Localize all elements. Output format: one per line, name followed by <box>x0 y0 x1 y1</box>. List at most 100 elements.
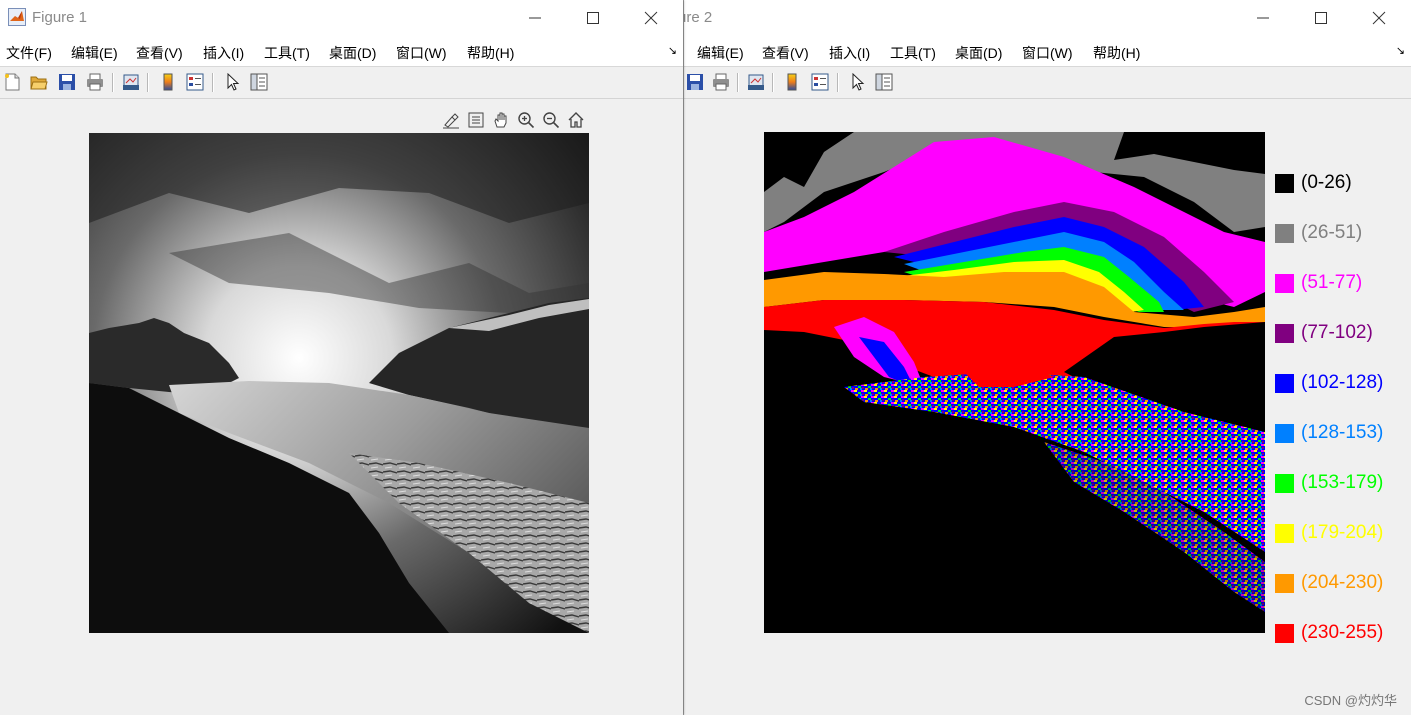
minimize-button[interactable] <box>506 0 564 36</box>
print-icon <box>713 73 729 91</box>
figure-1-titlebar[interactable]: Figure 1 <box>0 0 683 36</box>
maximize-icon <box>587 12 599 24</box>
link-plot-button[interactable] <box>745 71 767 93</box>
legend-label: (128-153) <box>1301 422 1384 443</box>
zoom-out-button[interactable] <box>540 109 562 131</box>
menu-file[interactable]: 文件(F) <box>6 43 52 63</box>
open-folder-icon <box>30 76 48 90</box>
save-icon <box>59 74 75 90</box>
datatip-icon <box>468 112 484 128</box>
menu-tools[interactable]: 工具(T) <box>890 43 936 63</box>
pointer-arrow-icon <box>852 73 865 91</box>
menu-help[interactable]: 帮助(H) <box>467 43 514 63</box>
figure-1-toolbar <box>0 67 683 99</box>
legend-swatch <box>1275 574 1294 593</box>
maximize-button[interactable] <box>1292 0 1350 36</box>
matlab-logo-icon <box>8 8 26 26</box>
link-plot-button[interactable] <box>120 71 142 93</box>
save-icon <box>687 74 703 90</box>
menu-tools[interactable]: 工具(T) <box>264 43 310 63</box>
toolbar-separator <box>737 73 738 92</box>
edit-plot-button[interactable] <box>847 71 869 93</box>
save-figure-button[interactable] <box>56 71 78 93</box>
data-tips-button[interactable] <box>465 109 487 131</box>
menu-insert[interactable]: 插入(I) <box>829 43 870 63</box>
menu-desktop[interactable]: 桌面(D) <box>955 43 1002 63</box>
toolbar-separator <box>772 73 773 92</box>
figure-1-window: Figure 1 文件(F) 编辑(E) 查看(V) 插入(I) 工具(T) 桌… <box>0 0 683 715</box>
minimize-button[interactable] <box>1234 0 1292 36</box>
insert-colorbar-button[interactable] <box>781 71 803 93</box>
colorbar-icon <box>163 73 173 91</box>
legend-label: (179-204) <box>1301 522 1384 543</box>
close-button[interactable] <box>622 0 680 36</box>
figure-2-pseudocolor-image <box>764 132 1265 633</box>
minimize-icon <box>1257 17 1269 19</box>
toolbar-separator <box>147 73 148 92</box>
print-figure-button[interactable] <box>84 71 106 93</box>
figure-2-title: ure 2 <box>684 9 713 26</box>
menu-edit[interactable]: 编辑(E) <box>697 43 744 63</box>
legend-swatch <box>1275 374 1294 393</box>
open-file-button[interactable] <box>28 71 50 93</box>
print-icon <box>87 73 103 91</box>
restore-view-button[interactable] <box>565 109 587 131</box>
toolbar-separator <box>212 73 213 92</box>
colorbar-icon <box>787 73 797 91</box>
legend-label: (153-179) <box>1301 472 1384 493</box>
close-button[interactable] <box>1350 0 1408 36</box>
figure-1-title: Figure 1 <box>32 9 88 26</box>
edit-plot-button[interactable] <box>222 71 244 93</box>
hand-pan-icon <box>494 112 507 128</box>
property-inspector-icon <box>250 73 268 91</box>
menu-desktop[interactable]: 桌面(D) <box>329 43 376 63</box>
legend-label: (77-102) <box>1301 322 1373 343</box>
insert-legend-button[interactable] <box>184 71 206 93</box>
property-inspector-icon <box>875 73 893 91</box>
legend-label: (51-77) <box>1301 272 1363 293</box>
menu-window[interactable]: 窗口(W) <box>1022 43 1073 63</box>
new-figure-button[interactable] <box>1 71 23 93</box>
watermark: CSDN @灼灼华 <box>1304 693 1397 708</box>
menu-view[interactable]: 查看(V) <box>762 43 809 63</box>
figure-1-menubar: 文件(F) 编辑(E) 查看(V) 插入(I) 工具(T) 桌面(D) 窗口(W… <box>0 36 683 67</box>
zoom-out-icon <box>543 112 560 129</box>
legend-icon <box>811 73 829 91</box>
menu-insert[interactable]: 插入(I) <box>203 43 244 63</box>
menu-help[interactable]: 帮助(H) <box>1093 43 1140 63</box>
legend-label: (0-26) <box>1301 172 1352 193</box>
new-file-icon <box>5 73 20 91</box>
legend-swatch <box>1275 274 1294 293</box>
figure-2-titlebar[interactable]: ure 2 <box>684 0 1411 36</box>
print-figure-button[interactable] <box>710 71 732 93</box>
maximize-icon <box>1315 12 1327 24</box>
figure-2-toolbar <box>684 67 1411 99</box>
property-inspector-button[interactable] <box>873 71 895 93</box>
pan-button[interactable] <box>490 109 512 131</box>
brush-icon <box>443 113 459 129</box>
figure-1-grayscale-image <box>89 133 589 633</box>
home-icon <box>568 112 584 128</box>
legend-icon <box>186 73 204 91</box>
save-figure-button[interactable] <box>684 71 706 93</box>
brush-data-button[interactable] <box>440 109 462 131</box>
legend-label: (26-51) <box>1301 222 1363 243</box>
minimize-icon <box>529 17 541 19</box>
menu-edit[interactable]: 编辑(E) <box>71 43 118 63</box>
legend-label: (102-128) <box>1301 372 1384 393</box>
zoom-in-button[interactable] <box>515 109 537 131</box>
legend-swatch <box>1275 424 1294 443</box>
menu-overflow-arrow-icon[interactable]: ↘ <box>1396 44 1405 57</box>
close-icon <box>644 11 658 25</box>
legend-swatch <box>1275 524 1294 543</box>
property-inspector-button[interactable] <box>248 71 270 93</box>
legend-swatch <box>1275 174 1294 193</box>
zoom-in-icon <box>518 112 535 129</box>
menu-overflow-arrow-icon[interactable]: ↘ <box>668 44 677 57</box>
menu-view[interactable]: 查看(V) <box>136 43 183 63</box>
grayscale-glacier-graphic <box>89 133 589 633</box>
menu-window[interactable]: 窗口(W) <box>396 43 447 63</box>
insert-legend-button[interactable] <box>809 71 831 93</box>
insert-colorbar-button[interactable] <box>157 71 179 93</box>
maximize-button[interactable] <box>564 0 622 36</box>
